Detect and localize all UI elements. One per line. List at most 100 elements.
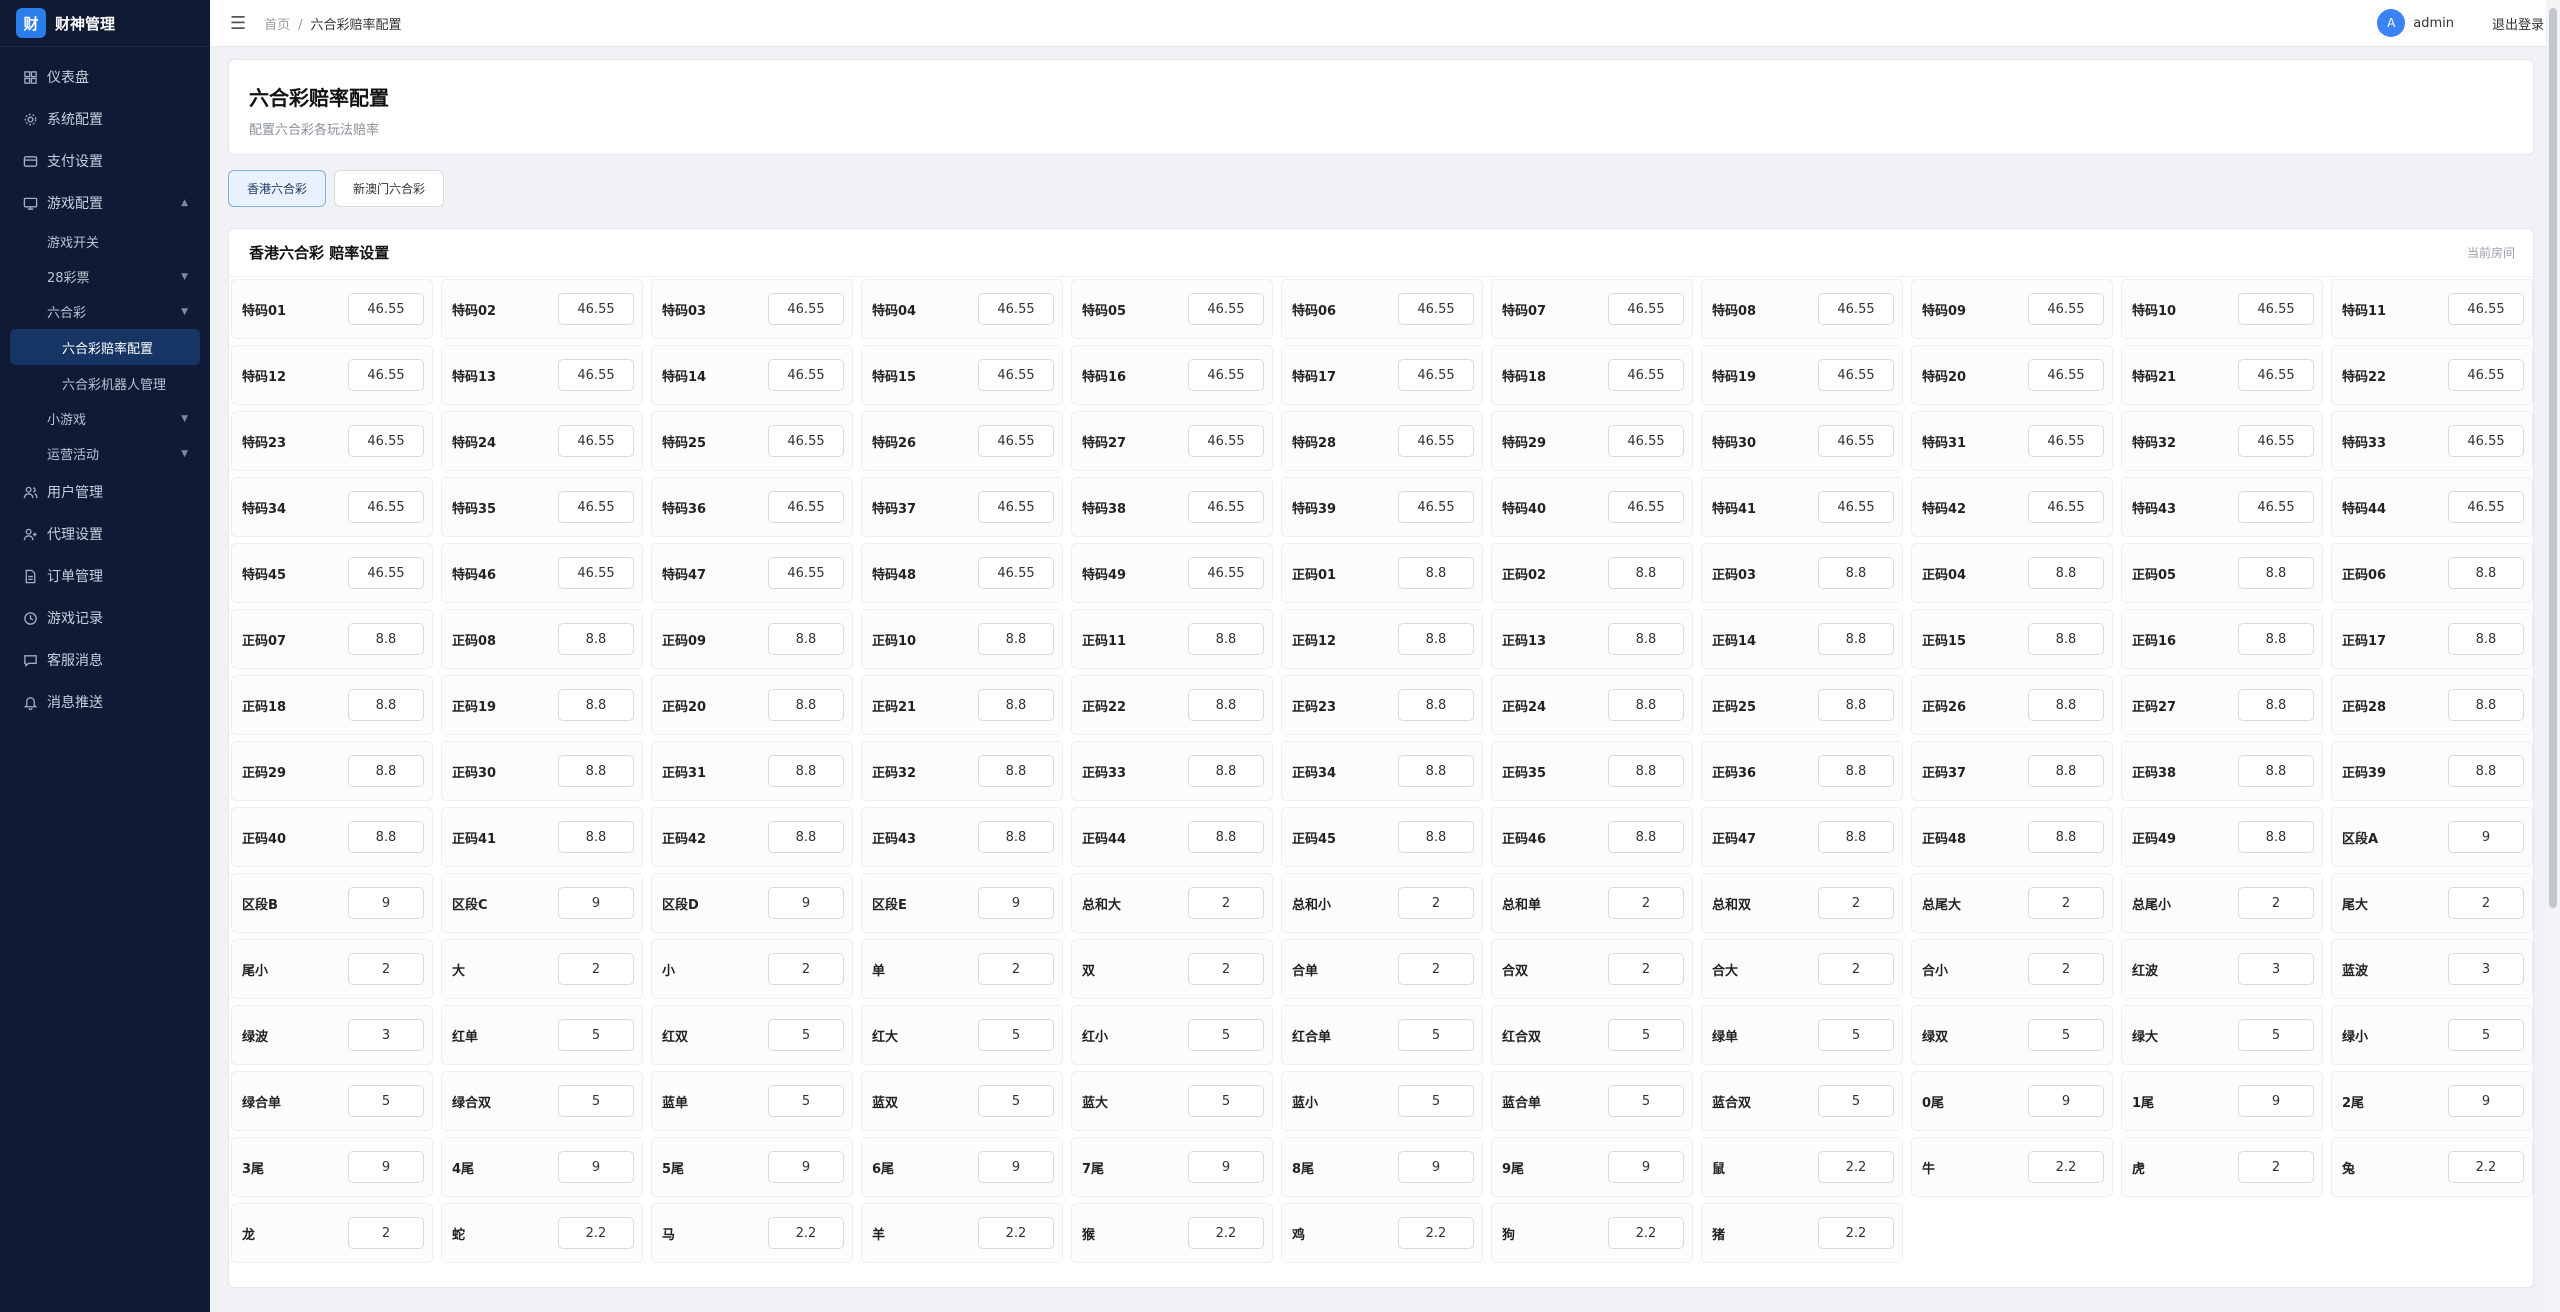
odds-input[interactable] [558, 887, 634, 919]
odds-input[interactable] [348, 623, 424, 655]
odds-input[interactable] [2448, 689, 2524, 721]
odds-input[interactable] [2448, 755, 2524, 787]
odds-input[interactable] [558, 1151, 634, 1183]
odds-input[interactable] [978, 1085, 1054, 1117]
odds-input[interactable] [348, 1019, 424, 1051]
odds-input[interactable] [1818, 425, 1894, 457]
sidebar-item-mini-game[interactable]: 小游戏 ▼ [0, 401, 210, 436]
odds-input[interactable] [1818, 1151, 1894, 1183]
odds-input[interactable] [2028, 1151, 2104, 1183]
odds-input[interactable] [978, 821, 1054, 853]
odds-input[interactable] [2238, 821, 2314, 853]
odds-input[interactable] [1608, 755, 1684, 787]
odds-input[interactable] [558, 425, 634, 457]
odds-input[interactable] [768, 1085, 844, 1117]
odds-input[interactable] [1818, 1085, 1894, 1117]
odds-input[interactable] [768, 557, 844, 589]
odds-input[interactable] [1608, 821, 1684, 853]
odds-input[interactable] [1608, 623, 1684, 655]
odds-input[interactable] [2448, 425, 2524, 457]
odds-input[interactable] [978, 755, 1054, 787]
sidebar-item-pc28[interactable]: 28彩票 ▼ [0, 259, 210, 294]
username[interactable]: admin [2413, 16, 2454, 31]
odds-input[interactable] [1188, 557, 1264, 589]
odds-input[interactable] [768, 1151, 844, 1183]
odds-input[interactable] [2238, 689, 2314, 721]
odds-input[interactable] [2238, 1085, 2314, 1117]
odds-input[interactable] [1188, 293, 1264, 325]
odds-input[interactable] [558, 1217, 634, 1249]
sidebar-item-lhc-odds[interactable]: 六合彩赔率配置 [10, 329, 200, 365]
odds-input[interactable] [558, 293, 634, 325]
odds-input[interactable] [2448, 359, 2524, 391]
odds-input[interactable] [348, 887, 424, 919]
odds-input[interactable] [2448, 1085, 2524, 1117]
odds-input[interactable] [1188, 1151, 1264, 1183]
odds-input[interactable] [1398, 623, 1474, 655]
odds-input[interactable] [1188, 1217, 1264, 1249]
odds-input[interactable] [1398, 755, 1474, 787]
odds-input[interactable] [348, 425, 424, 457]
odds-input[interactable] [978, 557, 1054, 589]
odds-input[interactable] [348, 293, 424, 325]
breadcrumb-home[interactable]: 首页 [264, 18, 290, 33]
odds-input[interactable] [558, 623, 634, 655]
odds-input[interactable] [2238, 293, 2314, 325]
odds-input[interactable] [1608, 557, 1684, 589]
sidebar-item-system[interactable]: 系统配置 [0, 98, 210, 140]
odds-input[interactable] [2028, 425, 2104, 457]
odds-input[interactable] [1608, 887, 1684, 919]
brand[interactable]: 财 财神管理 [0, 0, 210, 47]
odds-input[interactable] [2238, 1151, 2314, 1183]
odds-input[interactable] [978, 689, 1054, 721]
odds-input[interactable] [1188, 821, 1264, 853]
odds-input[interactable] [2028, 623, 2104, 655]
odds-input[interactable] [2238, 887, 2314, 919]
odds-input[interactable] [2448, 821, 2524, 853]
odds-input[interactable] [348, 557, 424, 589]
odds-input[interactable] [768, 359, 844, 391]
odds-input[interactable] [2028, 1019, 2104, 1051]
odds-input[interactable] [2028, 359, 2104, 391]
odds-input[interactable] [1188, 689, 1264, 721]
odds-input[interactable] [1818, 491, 1894, 523]
odds-input[interactable] [1818, 557, 1894, 589]
odds-input[interactable] [2448, 953, 2524, 985]
odds-input[interactable] [2028, 293, 2104, 325]
odds-input[interactable] [2448, 1151, 2524, 1183]
odds-input[interactable] [1398, 1085, 1474, 1117]
odds-input[interactable] [2238, 953, 2314, 985]
odds-input[interactable] [2448, 557, 2524, 589]
odds-input[interactable] [2028, 1085, 2104, 1117]
odds-input[interactable] [1818, 1217, 1894, 1249]
sidebar-item-payment[interactable]: 支付设置 [0, 140, 210, 182]
sidebar-item-operations[interactable]: 运营活动 ▼ [0, 436, 210, 471]
odds-input[interactable] [2028, 755, 2104, 787]
odds-input[interactable] [1398, 1151, 1474, 1183]
sidebar-item-orders[interactable]: 订单管理 [0, 555, 210, 597]
odds-input[interactable] [1188, 425, 1264, 457]
odds-input[interactable] [1188, 359, 1264, 391]
odds-input[interactable] [348, 953, 424, 985]
odds-input[interactable] [558, 821, 634, 853]
odds-input[interactable] [1608, 293, 1684, 325]
odds-input[interactable] [978, 359, 1054, 391]
odds-input[interactable] [558, 1085, 634, 1117]
odds-input[interactable] [2448, 1019, 2524, 1051]
odds-input[interactable] [348, 1151, 424, 1183]
sidebar-item-game-config[interactable]: 游戏配置 ▲ [0, 182, 210, 224]
odds-input[interactable] [768, 953, 844, 985]
odds-input[interactable] [2238, 1019, 2314, 1051]
odds-input[interactable] [978, 491, 1054, 523]
odds-input[interactable] [2448, 887, 2524, 919]
odds-input[interactable] [978, 1217, 1054, 1249]
odds-input[interactable] [1608, 1217, 1684, 1249]
odds-input[interactable] [1188, 1085, 1264, 1117]
odds-input[interactable] [2028, 821, 2104, 853]
scrollbar-thumb[interactable] [2549, 8, 2557, 908]
odds-input[interactable] [348, 755, 424, 787]
sidebar-item-push[interactable]: 消息推送 [0, 681, 210, 723]
odds-input[interactable] [1398, 557, 1474, 589]
odds-input[interactable] [1398, 953, 1474, 985]
sidebar-item-game-switch[interactable]: 游戏开关 [0, 224, 210, 259]
